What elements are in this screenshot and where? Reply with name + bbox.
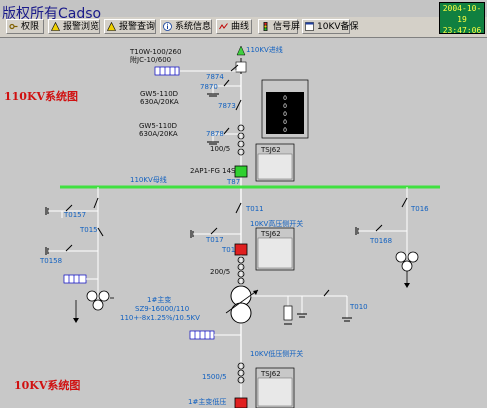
clock-date: 2004-10-19 [442, 4, 482, 24]
dp-value-5: 0 [283, 127, 287, 134]
incoming-arrow-icon [236, 45, 246, 56]
curve-icon [219, 23, 228, 30]
ct1b-label: 附JC-10/600 [130, 55, 171, 64]
gw5b-rating-label: 630A/20KA [139, 130, 178, 138]
t01-label: T01 [221, 246, 235, 254]
t015-label: T015 [79, 226, 98, 234]
info-icon [163, 22, 172, 31]
switch-t010[interactable] [323, 289, 330, 297]
clock-display: 2004-10-19 23:47:06 [439, 2, 485, 35]
alarm-query-button[interactable]: 报警查询 [104, 19, 156, 34]
lv-capacitor [189, 330, 215, 340]
ground-switch-t0168[interactable] [375, 224, 383, 232]
xfmr-name-label: 1#主变 [147, 295, 171, 304]
ct-ratio1-label: 100/5 [210, 145, 230, 153]
dp-value-4: 0 [283, 119, 287, 126]
warning-icon [107, 22, 116, 31]
watermark-text: 版权所有Cadso [2, 6, 102, 22]
switch-t011[interactable] [235, 202, 242, 214]
warning-icon [51, 22, 60, 31]
t0168-label: T0168 [369, 237, 392, 245]
lv-cb-label: 1#主变低压 [188, 397, 226, 406]
t010-label: T010 [349, 303, 368, 311]
title-110kv: 110KV系统图 [4, 89, 78, 103]
t87-label: T87 [226, 178, 240, 186]
single-line-diagram: 110KV系统图 10KV系统图 110KV进线 T10W-100/260 附J… [0, 38, 487, 408]
left-capacitor [63, 274, 87, 284]
backup-10kv-button[interactable]: 10KV备保 [302, 19, 359, 34]
gw5a-rating-label: 630A/20KA [140, 98, 179, 106]
switch-7878[interactable] [223, 127, 230, 135]
protection-name-label: 2AP1-FG 14S [190, 167, 236, 175]
signal-screen-label: 信号屏 [273, 22, 301, 32]
switch-7870[interactable] [223, 79, 230, 87]
ground-switch-t0158[interactable] [65, 244, 73, 252]
system-info-label: 系统信息 [175, 22, 212, 32]
system-info-button[interactable]: 系统信息 [160, 19, 212, 34]
sw7874-label: 7874 [206, 73, 224, 81]
switch-7873[interactable] [235, 99, 242, 111]
permission-label: 权限 [21, 22, 40, 32]
breaker-t01[interactable] [234, 243, 248, 256]
sw7878-label: 7878 [206, 130, 224, 138]
breaker-lv[interactable] [234, 397, 248, 408]
ct1-label: T10W-100/260 [129, 48, 181, 56]
switch-t016[interactable] [401, 197, 408, 208]
sw7870-label: 7870 [200, 83, 218, 91]
dp-value-1: 0 [283, 95, 287, 102]
dp-value-2: 0 [283, 103, 287, 110]
alarm-query-label: 报警查询 [119, 22, 156, 32]
xfmr-model-label: SZ9-16000/110 [135, 305, 189, 313]
switch-t015[interactable] [97, 227, 104, 237]
traffic-light-icon [263, 22, 268, 31]
t011-label: T011 [245, 205, 264, 213]
clock-time: 23:47:06 [442, 26, 482, 35]
t0158-label: T0158 [39, 257, 62, 265]
gw5a-label: GW5-110D [140, 90, 178, 98]
alarm-browse-label: 报警浏览 [63, 22, 100, 32]
breaker-t87[interactable] [234, 165, 248, 178]
backup-10kv-label: 10KV备保 [317, 22, 359, 32]
window-icon [305, 22, 314, 31]
ground-switch-t017[interactable] [210, 227, 218, 235]
t017-label: T017 [205, 236, 224, 244]
line-in-label: 110KV进线 [246, 45, 283, 54]
coupling-capacitor [154, 66, 180, 76]
scada-window: 版权所有Cadso 权限 报警浏览 报警查询 系统信息 曲线 信号屏 10KV备 [0, 0, 487, 408]
t0157-label: T0157 [63, 211, 86, 219]
xfmr-ratio-label: 110+-8x1.25%/10.5KV [120, 314, 200, 322]
signal-screen-button[interactable]: 信号屏 [258, 19, 301, 34]
sw7873-label: 7873 [218, 102, 236, 110]
ct-ratio3-label: 1500/5 [202, 373, 227, 381]
curve-label: 曲线 [231, 22, 250, 32]
switch-t0157[interactable] [93, 197, 99, 209]
tsj3-label: TSJ62 [260, 370, 281, 378]
tsj1-label: TSJ62 [260, 146, 281, 154]
main-transformer-secondary[interactable] [230, 302, 252, 324]
gw5b-label: GW5-110D [139, 122, 177, 130]
t016-label: T016 [410, 205, 429, 213]
tsj2-label: TSJ62 [260, 230, 281, 238]
lv-switch-label: 10KV低压侧开关 [250, 349, 303, 358]
curve-button[interactable]: 曲线 [216, 19, 252, 34]
bus-label: 110KV母线 [130, 175, 167, 184]
title-10kv: 10KV系统图 [14, 378, 80, 392]
dp-value-3: 0 [283, 111, 287, 118]
neutral-resistor [283, 305, 293, 321]
ct-ratio2-label: 200/5 [210, 268, 230, 276]
hv-switch-label: 10KV高压侧开关 [250, 219, 303, 228]
key-icon [9, 23, 18, 30]
diagram-svg: 110KV系统图 10KV系统图 110KV进线 T10W-100/260 附J… [4, 45, 440, 408]
